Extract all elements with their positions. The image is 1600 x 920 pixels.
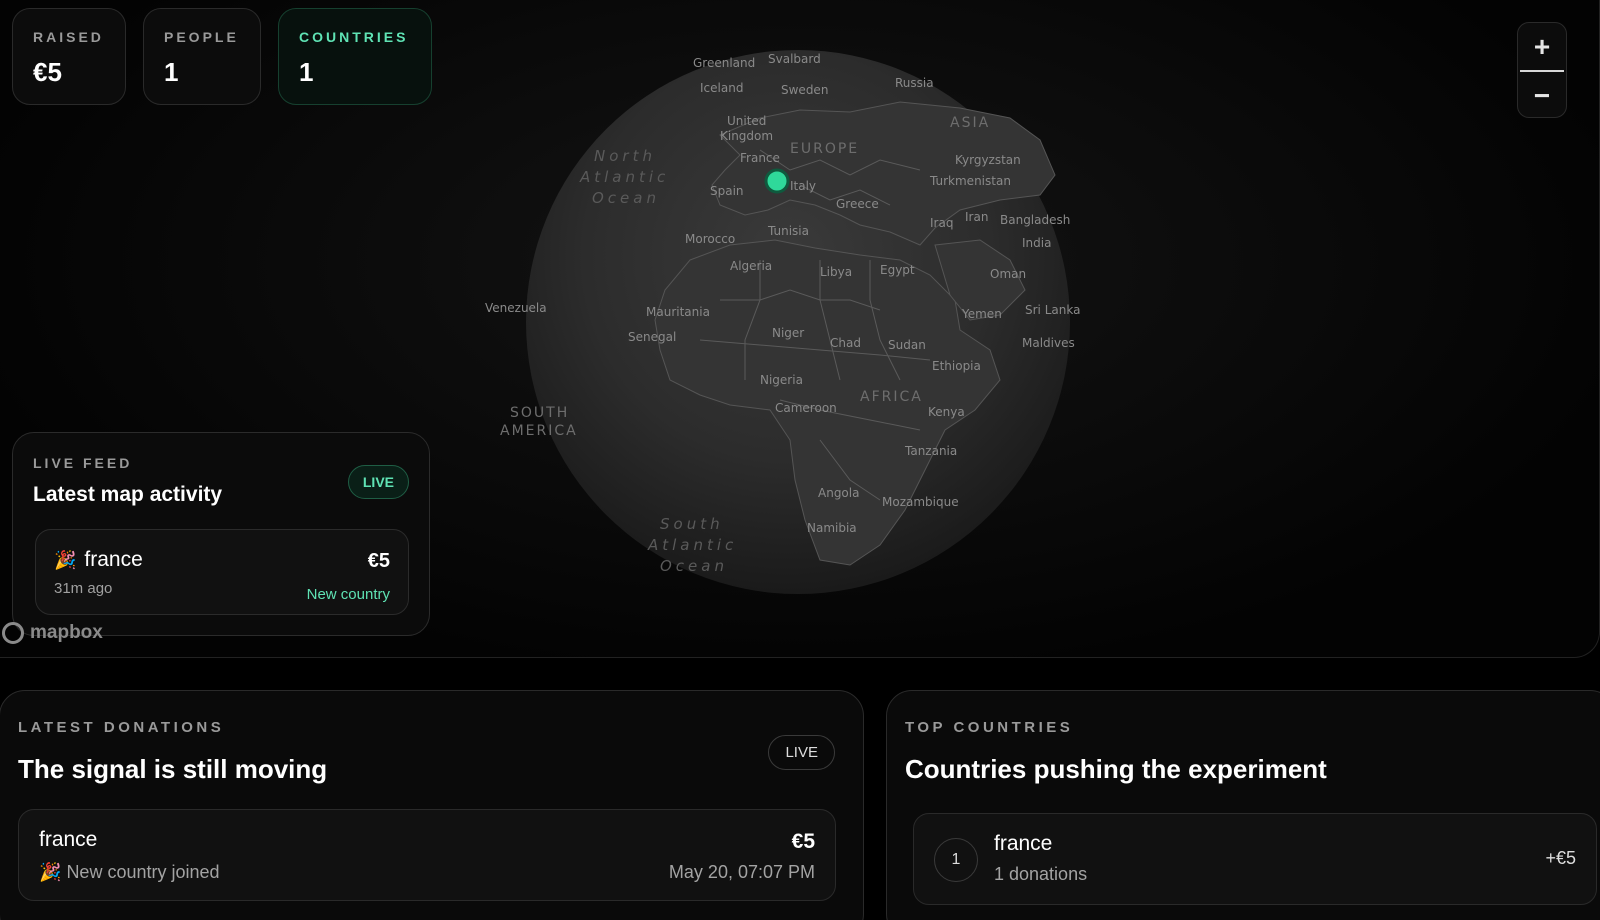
map-label: Egypt: [880, 263, 915, 277]
party-icon: 🎉: [54, 550, 77, 570]
map-label: Senegal: [628, 330, 676, 344]
stat-card-countries: COUNTRIES 1: [278, 8, 432, 105]
map-label: Niger: [772, 326, 804, 340]
map-label: Kenya: [928, 405, 965, 419]
donation-amount: €5: [791, 830, 815, 853]
party-icon: 🎉: [39, 862, 62, 882]
zoom-out-button[interactable]: −: [1518, 72, 1566, 119]
map-label: Bangladesh: [1000, 213, 1070, 227]
map-label: Iran: [965, 210, 988, 224]
map-label: United: [727, 114, 766, 128]
map-label: North: [594, 147, 656, 165]
map-label: Kyrgyzstan: [955, 153, 1021, 167]
map-label: Greenland: [693, 56, 755, 70]
panel-label: TOP COUNTRIES: [905, 719, 1074, 736]
map-label: SOUTH: [510, 405, 569, 421]
map-section[interactable]: Greenland Svalbard Iceland Sweden Russia…: [0, 0, 1600, 658]
top-country-donations: 1 donations: [994, 864, 1088, 884]
map-label: Greece: [836, 197, 879, 211]
stat-label: RAISED: [33, 29, 104, 45]
stat-value: 1: [299, 57, 314, 87]
map-label: Algeria: [730, 259, 772, 273]
map-label: Iraq: [930, 216, 953, 230]
map-label: ASIA: [950, 115, 990, 131]
map-label: Yemen: [961, 307, 1002, 321]
map-label: Libya: [820, 265, 852, 279]
latest-donations-panel: LATEST DONATIONS The signal is still mov…: [0, 690, 864, 920]
mapbox-text: mapbox: [30, 622, 103, 643]
map-label: Sudan: [888, 338, 926, 352]
stat-value: €5: [33, 57, 62, 87]
top-countries-panel: TOP COUNTRIES Countries pushing the expe…: [886, 690, 1600, 920]
feed-country: france: [84, 548, 143, 571]
rank-badge: 1: [934, 838, 978, 882]
stat-label: PEOPLE: [164, 29, 239, 45]
map-label: Italy: [790, 179, 816, 193]
map-label: Sri Lanka: [1025, 303, 1080, 317]
map-label: Ocean: [592, 189, 660, 207]
map-label: Mauritania: [646, 305, 710, 319]
map-label: Atlantic: [579, 168, 669, 186]
feed-tag: New country: [306, 586, 390, 603]
mapbox-icon: [2, 622, 24, 644]
panel-title: The signal is still moving: [18, 754, 328, 784]
map-label: Ethiopia: [932, 359, 981, 373]
map-label: Cameroon: [775, 401, 837, 415]
map-label: Nigeria: [760, 373, 803, 387]
stat-card-people: PEOPLE 1: [143, 8, 261, 105]
donation-note: New country joined: [66, 862, 220, 882]
map-label: Ocean: [660, 557, 728, 575]
live-feed-card: LIVE FEED Latest map activity LIVE 🎉 fran…: [12, 432, 430, 636]
map-label: Atlantic: [647, 536, 737, 554]
live-badge: LIVE: [347, 465, 409, 499]
map-label: EUROPE: [790, 141, 859, 157]
map-label: Iceland: [700, 81, 743, 95]
feed-amount: €5: [367, 550, 390, 572]
map-label: Mozambique: [882, 495, 959, 509]
map-label: Svalbard: [768, 52, 821, 66]
top-country-amount: +€5: [1545, 848, 1576, 868]
stat-label: COUNTRIES: [299, 29, 409, 45]
donation-country: france: [39, 828, 98, 851]
donation-row[interactable]: france 🎉 New country joined €5 May 20, 0…: [18, 809, 836, 901]
stat-value: 1: [164, 57, 179, 87]
map-label: Namibia: [807, 521, 857, 535]
map-label: Maldives: [1022, 336, 1075, 350]
map-label: Tanzania: [904, 444, 957, 458]
map-label: South: [660, 515, 724, 533]
stat-card-raised: RAISED €5: [12, 8, 126, 105]
mapbox-logo[interactable]: mapbox: [2, 622, 103, 644]
panel-title: Countries pushing the experiment: [905, 754, 1327, 784]
map-label: Sweden: [781, 83, 828, 97]
live-badge: LIVE: [768, 735, 835, 770]
top-country-row[interactable]: 1 france 1 donations +€5: [913, 813, 1597, 905]
zoom-control: + −: [1517, 22, 1567, 118]
map-label: Venezuela: [485, 301, 547, 315]
map-label: India: [1022, 236, 1051, 250]
map-label: Tunisia: [767, 224, 809, 238]
map-label: Kingdom: [720, 129, 773, 143]
map-label: Morocco: [685, 232, 735, 246]
live-feed-item[interactable]: 🎉 france 31m ago €5 New country: [35, 529, 409, 615]
top-country-name: france: [994, 832, 1053, 855]
map-label: Angola: [818, 486, 859, 500]
map-label: France: [740, 151, 780, 165]
panel-label: LATEST DONATIONS: [18, 719, 225, 736]
map-label: AFRICA: [860, 389, 923, 405]
map-label: Russia: [895, 76, 934, 90]
map-label: AMERICA: [500, 423, 578, 439]
donation-marker-france: [764, 168, 790, 194]
map-label: Spain: [710, 184, 744, 198]
map-label: Oman: [990, 267, 1026, 281]
map-label: Chad: [830, 336, 861, 350]
map-label: Turkmenistan: [929, 174, 1011, 188]
zoom-in-button[interactable]: +: [1518, 23, 1566, 70]
donation-date: May 20, 07:07 PM: [668, 862, 815, 882]
